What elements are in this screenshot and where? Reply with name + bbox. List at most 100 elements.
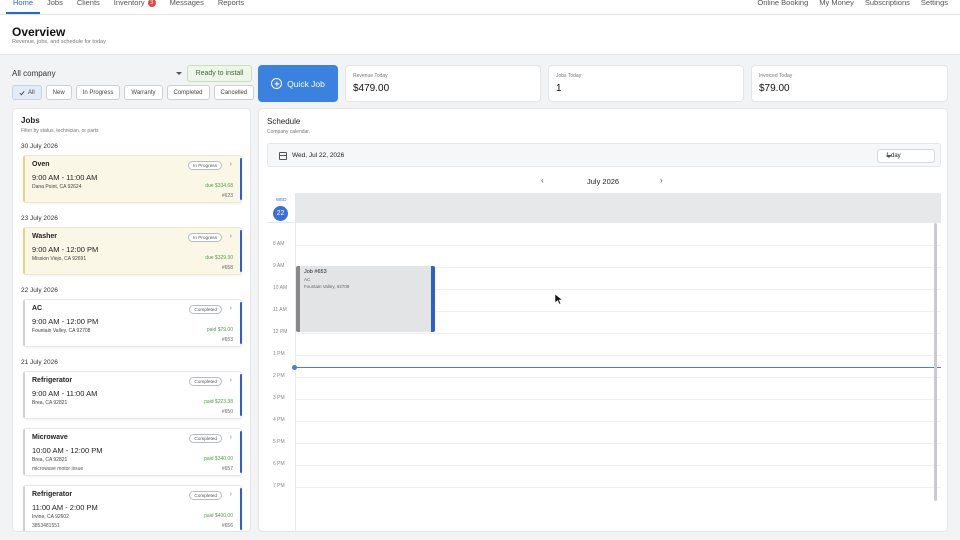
job-address: Brea, CA 92821 (32, 400, 68, 406)
day-number[interactable]: 22 (273, 206, 288, 221)
event-title: Job #653 (304, 269, 327, 275)
job-address: Brea, CA 92821 (32, 457, 68, 463)
date-heading: 30 July 2026 (21, 143, 58, 150)
calendar-grid[interactable]: WED 22 8 AM 9 AM 10 AM 11 AM 12 PM 1 PM 2 PM 3 … (267, 193, 941, 531)
job-card[interactable]: Refrigerator 9:00 AM - 11:00 AM Brea, CA… (23, 371, 242, 419)
job-card[interactable]: Microwave 10:00 AM - 12:00 PM Brea, CA 9… (23, 428, 242, 476)
job-payment: paid $400.00 (204, 513, 233, 519)
hour-line (295, 399, 941, 400)
job-address: Dana Point, CA 92624 (32, 184, 82, 190)
job-time: 9:00 AM - 12:00 PM (32, 317, 99, 326)
job-number: #657 (221, 466, 233, 472)
event-address: Fountain Valley, 92708 (304, 284, 350, 289)
status-filters: All New In Progress Warranty Completed C… (12, 85, 255, 100)
job-name: Oven (32, 161, 50, 168)
hour-label: 8 AM (273, 241, 285, 247)
nav-messages[interactable]: Messages (163, 0, 211, 14)
chevron-right-icon: › (229, 434, 232, 441)
job-time: 9:00 AM - 11:00 AM (32, 173, 98, 182)
hour-label: 7 PM (273, 483, 285, 489)
page-title: Overview (12, 25, 66, 39)
nav-my-money[interactable]: My Money (819, 0, 854, 6)
job-time: 10:00 AM - 12:00 PM (32, 446, 103, 455)
nav-online-booking[interactable]: Online Booking (757, 0, 808, 6)
hour-line (295, 245, 941, 246)
stat-revenue-today: Revenue Today $479.00 (345, 65, 541, 102)
nav-home[interactable]: Home (6, 0, 41, 14)
hour-label: 9 AM (273, 263, 285, 269)
month-navigation: ‹ July 2026 › (259, 175, 947, 187)
job-number: #653 (221, 337, 233, 343)
job-number: #623 (221, 193, 233, 199)
nav-clients[interactable]: Clients (70, 0, 107, 14)
filter-completed[interactable]: Completed (166, 85, 210, 100)
company-select-value: All company (12, 68, 56, 78)
status-badge: Completed (189, 434, 222, 443)
hour-line (295, 443, 941, 444)
stat-value: $479.00 (353, 83, 390, 94)
job-payment: paid $223.38 (204, 399, 233, 405)
status-badge: Completed (189, 491, 222, 500)
job-number: #658 (221, 265, 233, 271)
job-time: 11:00 AM - 2:00 PM (32, 503, 98, 512)
calendar-scrollbar[interactable] (934, 223, 937, 501)
jobs-title: Jobs (21, 116, 40, 125)
job-address: Fountain Valley, CA 92708 (32, 328, 91, 334)
job-name: Washer (32, 233, 58, 240)
date-picker[interactable]: Wed, Jul 22, 2026 1 day (267, 143, 941, 167)
job-payment: due $334.68 (205, 183, 233, 189)
job-name: Microwave (32, 434, 68, 441)
chevron-down-icon (886, 155, 892, 158)
job-card[interactable]: Oven 9:00 AM - 11:00 AM Dana Point, CA 9… (23, 155, 242, 203)
hour-line (295, 421, 941, 422)
filter-all[interactable]: All (12, 85, 42, 100)
hour-line (295, 333, 941, 334)
status-badge: Completed (189, 305, 222, 314)
hour-label: 12 PM (273, 329, 288, 335)
filter-in-progress[interactable]: In Progress (75, 85, 121, 100)
calendar-icon (279, 152, 287, 160)
page-header: Overview Revenue, jobs, and schedule for… (0, 15, 960, 55)
nav-inventory[interactable]: Inventory 3 (107, 0, 163, 14)
company-select[interactable]: All company (12, 66, 182, 80)
nav-subscriptions[interactable]: Subscriptions (865, 0, 910, 6)
filter-warranty[interactable]: Warranty (124, 85, 163, 100)
filter-new[interactable]: New (45, 85, 72, 100)
ready-to-install-button[interactable]: Ready to install (187, 65, 252, 82)
hour-label: 1 PM (273, 351, 285, 357)
filter-all-label: All (28, 89, 35, 96)
job-payment: paid $340.00 (204, 456, 233, 462)
check-icon (19, 90, 25, 95)
hour-label: 5 PM (273, 439, 285, 445)
nav-jobs[interactable]: Jobs (40, 0, 70, 14)
chevron-left-icon[interactable]: ‹ (541, 176, 544, 185)
chevron-right-icon[interactable]: › (660, 176, 663, 185)
schedule-panel: Schedule Company calendar. Wed, Jul 22, … (258, 108, 948, 532)
hour-label: 4 PM (273, 417, 285, 423)
job-time: 9:00 AM - 12:00 PM (32, 245, 99, 254)
job-card[interactable]: AC 9:00 AM - 12:00 PM Fountain Valley, C… (23, 299, 242, 347)
job-address: Mission Viejo, CA 92691 (32, 256, 87, 262)
job-card[interactable]: Washer 9:00 AM - 12:00 PM Mission Viejo,… (23, 227, 242, 275)
selected-date: Wed, Jul 22, 2026 (292, 152, 345, 159)
job-name: AC (32, 305, 43, 312)
hour-label: 10 AM (273, 285, 288, 291)
nav-reports[interactable]: Reports (211, 0, 251, 14)
job-card[interactable]: Refrigerator 11:00 AM - 2:00 PM Irvine, … (23, 485, 242, 531)
job-number: #656 (221, 523, 233, 529)
nav-inventory-label: Inventory (113, 0, 145, 7)
chevron-right-icon: › (229, 233, 232, 240)
job-payment: paid $79.00 (206, 327, 233, 333)
day-header: WED 22 (267, 193, 941, 223)
job-address: Irvine, CA 92602 (32, 514, 69, 520)
job-time: 9:00 AM - 11:00 AM (32, 389, 98, 398)
view-select[interactable]: 1 day (877, 149, 935, 163)
filter-cancelled[interactable]: Cancelled (213, 85, 255, 100)
nav-settings[interactable]: Settings (921, 0, 948, 6)
date-heading: 23 July 2026 (21, 215, 58, 222)
date-heading: 21 July 2026 (21, 359, 58, 366)
calendar-event[interactable]: Job #653 AC Fountain Valley, 92708 (296, 266, 435, 332)
quick-job-button[interactable]: Quick Job (258, 65, 338, 102)
job-note: microwave motor issue (32, 466, 84, 472)
hour-line (295, 465, 941, 466)
